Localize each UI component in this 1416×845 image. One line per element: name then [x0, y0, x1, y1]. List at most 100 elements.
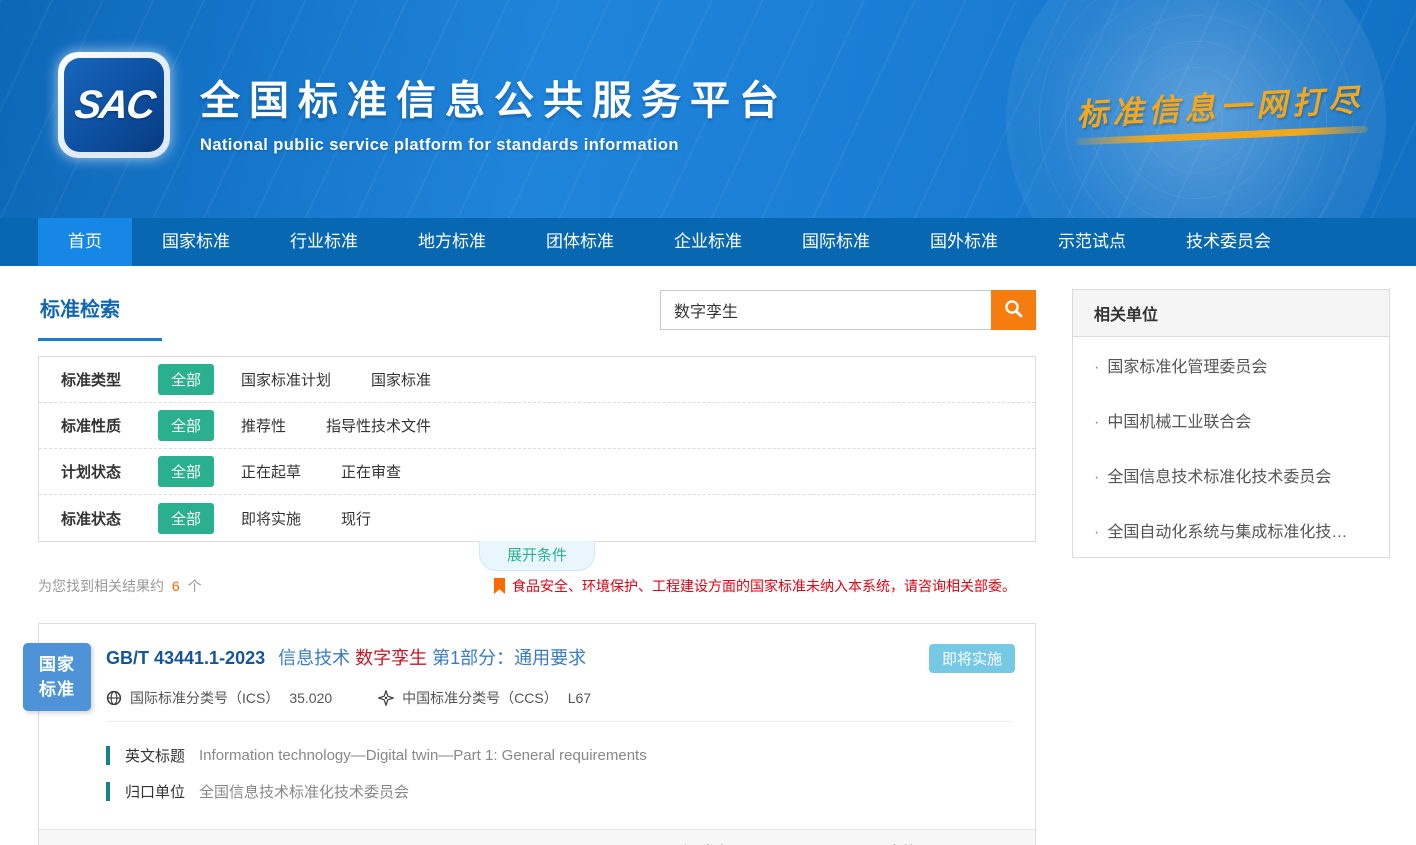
filter-option[interactable]: 国家标准计划 [241, 369, 331, 390]
nav-tab-home[interactable]: 首页 [38, 218, 132, 266]
bullet: · [1094, 524, 1099, 541]
ccs-label: 中国标准分类号（CCS） [402, 688, 558, 708]
ccs-value: L67 [568, 690, 591, 706]
published-label: 发布于 [701, 841, 746, 845]
filter-all-button[interactable]: 全部 [158, 456, 214, 487]
nav-tab-enterprise-standards[interactable]: 企业标准 [644, 218, 772, 266]
page: SAC 全国标准信息公共服务平台 National public service… [0, 0, 1416, 845]
sac-logo: SAC [58, 52, 170, 158]
filter-option[interactable]: 现行 [341, 508, 371, 529]
field-value: 全国信息技术标准化技术委员会 [199, 781, 409, 802]
ics-meta: 国际标准分类号（ICS） 35.020 [106, 688, 332, 708]
implemented-label: 实施于 [887, 841, 932, 845]
nav-tab-foreign-standards[interactable]: 国外标准 [900, 218, 1028, 266]
search-box [660, 290, 1036, 330]
filter-label: 标准性质 [61, 415, 158, 436]
filter-label: 标准状态 [61, 508, 158, 529]
nav-tab-international-standards[interactable]: 国际标准 [772, 218, 900, 266]
title-part1[interactable]: 信息技术 [278, 648, 350, 668]
brand: SAC 全国标准信息公共服务平台 National public service… [58, 52, 788, 158]
summary-suffix: 个 [188, 578, 202, 594]
nav-tab-group-standards[interactable]: 团体标准 [516, 218, 644, 266]
field-label: 归口单位 [125, 781, 185, 802]
standard-code[interactable]: GB/T 43441.1-2023 [106, 648, 265, 668]
field-committee: 归口单位 全国信息技术标准化技术委员会 [106, 781, 1011, 802]
ics-value: 35.020 [289, 690, 332, 706]
published-date-item: 发布于 2023-11-27 [677, 841, 828, 845]
filter-label: 标准类型 [61, 369, 158, 390]
standard-type-badge: 国家 标准 [23, 643, 91, 711]
search-row: 标准检索 [38, 289, 1036, 341]
filter-label: 计划状态 [61, 461, 158, 482]
sidebar-item-label[interactable]: 全国自动化系统与集成标准化技… [1107, 524, 1347, 541]
site-header: SAC 全国标准信息公共服务平台 National public service… [0, 0, 1416, 218]
field-english-title: 英文标题 Information technology—Digital twin… [106, 745, 1011, 766]
sidebar-item-label[interactable]: 国家标准化管理委员会 [1107, 359, 1267, 376]
standard-title-link[interactable]: GB/T 43441.1-2023 信息技术 数字孪生 第1部分：通用要求 [106, 644, 586, 670]
filter-row-standard-status: 标准状态 全部 即将实施 现行 [39, 495, 1035, 541]
expand-conditions-button[interactable]: 展开条件 [479, 541, 595, 571]
sidebar-item-label[interactable]: 中国机械工业联合会 [1107, 414, 1251, 431]
brand-text: 全国标准信息公共服务平台 National public service pla… [200, 52, 788, 158]
field-marker-bar [106, 782, 110, 801]
notice-text: 食品安全、环境保护、工程建设方面的国家标准未纳入本系统，请咨询相关部委。 [512, 576, 1016, 596]
filter-row-standard-nature: 标准性质 全部 推荐性 指导性技术文件 [39, 403, 1035, 449]
nav-tab-pilot[interactable]: 示范试点 [1028, 218, 1156, 266]
search-button[interactable] [991, 290, 1036, 330]
related-units-panel: 相关单位 ·国家标准化管理委员会 ·中国机械工业联合会 ·全国信息技术标准化技术… [1072, 289, 1390, 558]
type-badge-line1: 国家 [39, 652, 75, 677]
nav-tab-national-standards[interactable]: 国家标准 [132, 218, 260, 266]
sac-logo-text: SAC [72, 83, 157, 128]
section-title: 标准检索 [38, 289, 162, 341]
nav-tab-technical-committee[interactable]: 技术委员会 [1156, 218, 1301, 266]
filter-box: 标准类型 全部 国家标准计划 国家标准 标准性质 全部 推荐性 指导性技术文件 … [38, 356, 1036, 542]
ccs-meta: 中国标准分类号（CCS） L67 [378, 688, 591, 708]
field-value: Information technology—Digital twin—Part… [199, 747, 647, 764]
search-input[interactable] [660, 290, 991, 330]
sac-logo-inner: SAC [64, 58, 164, 152]
filter-all-button[interactable]: 全部 [158, 503, 214, 534]
sidebar-item-machinery-federation[interactable]: · 中国机械工业联合会 [1073, 392, 1389, 447]
type-badge-line2: 标准 [39, 677, 75, 702]
card-footer: 发布于 2023-11-27 实施于 2024-06-01 [39, 829, 1035, 845]
title-highlight[interactable]: 数字孪生 [355, 648, 427, 668]
sidebar-item-label[interactable]: 全国信息技术标准化技术委员会 [1107, 469, 1331, 486]
compass-icon [378, 690, 394, 706]
filter-all-button[interactable]: 全部 [158, 364, 214, 395]
main-column: 标准检索 标准类型 [38, 289, 1036, 845]
bullet: · [1094, 359, 1099, 376]
filter-option[interactable]: 正在起草 [241, 461, 301, 482]
bullet: · [1094, 414, 1099, 431]
summary-count: 6 [172, 578, 180, 594]
nav-tab-industry-standards[interactable]: 行业标准 [260, 218, 388, 266]
field-marker-bar [106, 746, 110, 765]
filter-row-standard-type: 标准类型 全部 国家标准计划 国家标准 [39, 357, 1035, 403]
title-part2[interactable]: 第1部分：通用要求 [432, 648, 586, 668]
site-title: 全国标准信息公共服务平台 [200, 68, 788, 126]
summary-prefix: 为您找到相关结果约 [38, 578, 164, 594]
result-card: 国家 标准 GB/T 43441.1-2023 信息技术 数字孪生 第1部分：通… [38, 623, 1036, 845]
implemented-date-item: 实施于 2024-06-01 [863, 841, 1015, 845]
main-nav: 首页 国家标准 行业标准 地方标准 团体标准 企业标准 国际标准 国外标准 示范… [0, 218, 1416, 266]
card-head: GB/T 43441.1-2023 信息技术 数字孪生 第1部分：通用要求 即将… [39, 624, 1035, 673]
card-fields: 英文标题 Information technology—Digital twin… [39, 722, 1035, 829]
ics-label: 国际标准分类号（ICS） [130, 688, 279, 708]
search-icon [1003, 298, 1024, 322]
filter-option[interactable]: 即将实施 [241, 508, 301, 529]
sidebar-item-sac[interactable]: · 国家标准化管理委员会 [1073, 337, 1389, 392]
sidebar-item-it-standardization[interactable]: · 全国信息技术标准化技术委员会 [1073, 447, 1389, 502]
system-notice: 食品安全、环境保护、工程建设方面的国家标准未纳入本系统，请咨询相关部委。 [494, 576, 1036, 596]
sidebar-item-automation-systems[interactable]: · 全国自动化系统与集成标准化技… [1073, 502, 1389, 557]
bookmark-icon [494, 578, 505, 594]
filter-option[interactable]: 推荐性 [241, 415, 286, 436]
summary-row: 为您找到相关结果约 6 个 食品安全、环境保护、工程建设方面的国家标准未纳入本系… [38, 576, 1036, 596]
filter-all-button[interactable]: 全部 [158, 410, 214, 441]
status-badge: 即将实施 [929, 644, 1015, 673]
card-meta: 国际标准分类号（ICS） 35.020 中国标准分类号（CCS） L67 [106, 673, 1011, 722]
content: 标准检索 标准类型 [0, 266, 1416, 845]
nav-tab-local-standards[interactable]: 地方标准 [388, 218, 516, 266]
bullet: · [1094, 469, 1099, 486]
filter-option[interactable]: 指导性技术文件 [326, 415, 431, 436]
filter-option[interactable]: 正在审查 [341, 461, 401, 482]
filter-option[interactable]: 国家标准 [371, 369, 431, 390]
